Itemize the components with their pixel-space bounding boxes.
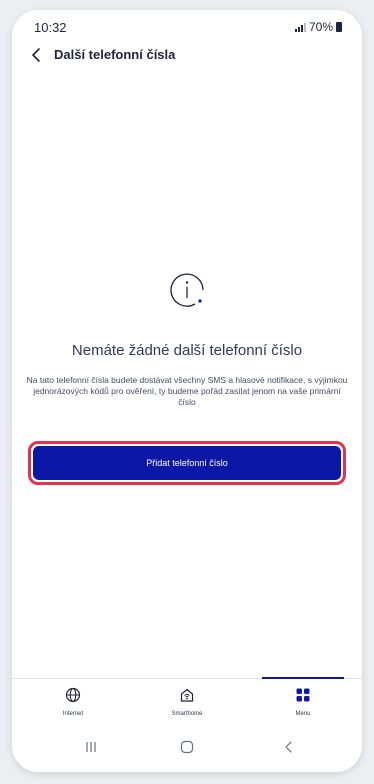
grid-icon (296, 688, 310, 702)
nav-item-smarthome[interactable]: Smarthome (147, 687, 227, 717)
nav-item-menu[interactable]: Menu (263, 687, 343, 717)
battery-percent: 70% (308, 20, 333, 34)
smarthome-icon (180, 688, 194, 702)
active-tab-indicator (262, 677, 344, 679)
home-icon[interactable] (180, 740, 194, 754)
recent-apps-icon[interactable] (84, 740, 98, 754)
signal-icon (294, 22, 306, 32)
add-phone-number-button[interactable]: Přidat telefonní číslo (33, 446, 341, 480)
app-bar: Další telefonní čísla (12, 44, 362, 68)
status-indicators: 70% (294, 20, 342, 34)
empty-state-title: Nemáte žádné další telefonní číslo (71, 342, 303, 359)
status-time: 10:32 (34, 20, 67, 35)
globe-icon (65, 687, 81, 703)
info-icon (170, 273, 204, 307)
back-button[interactable] (26, 44, 48, 66)
nav-item-internet[interactable]: Internet (33, 687, 113, 717)
chevron-left-icon (32, 48, 40, 62)
page-title: Další telefonní čísla (54, 47, 176, 62)
bottom-navigation: Internet Smarthome Menu (12, 677, 362, 727)
empty-state-description: Na tato telefonní čísla budete dostávat … (26, 375, 348, 407)
nav-label-menu: Menu (295, 711, 311, 717)
phone-screen: 10:32 70% Další telefonní čísla Nemáte ž… (12, 10, 362, 772)
add-number-button-highlight: Přidat telefonní číslo (28, 441, 346, 485)
battery-icon (336, 22, 342, 32)
system-back-icon[interactable] (282, 740, 296, 754)
system-navigation-bar (12, 732, 362, 766)
status-bar: 10:32 70% (12, 10, 362, 38)
empty-state: Nemáte žádné další telefonní číslo Na ta… (12, 270, 362, 408)
nav-label-smarthome: Smarthome (171, 711, 203, 717)
nav-label-internet: Internet (62, 711, 84, 717)
